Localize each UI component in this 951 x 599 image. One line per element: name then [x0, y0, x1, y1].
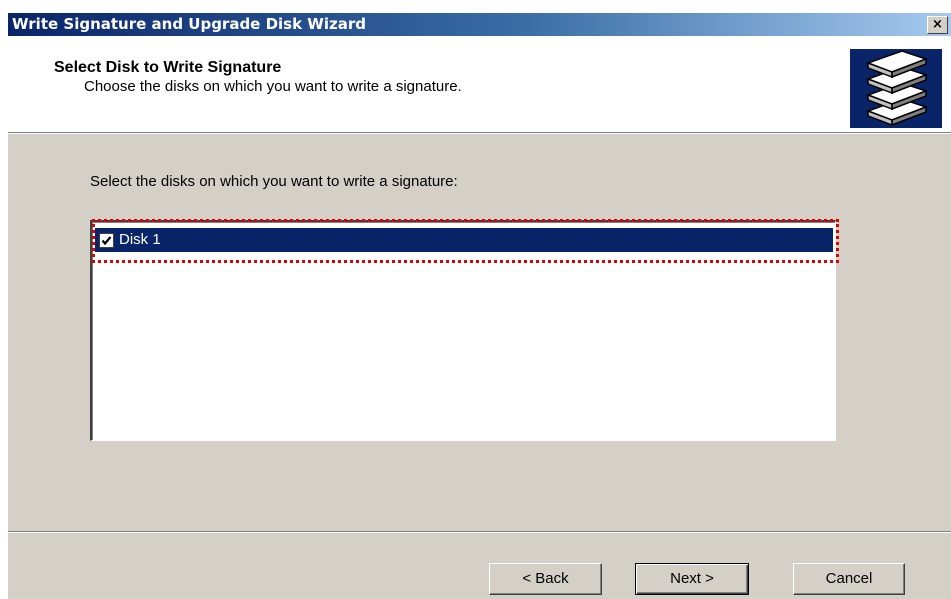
header-separator	[8, 132, 951, 134]
disk-stack-icon	[850, 49, 942, 128]
wizard-window: Write Signature and Upgrade Disk Wizard …	[8, 13, 951, 599]
disk-list-prompt: Select the disks on which you want to wr…	[90, 173, 458, 190]
disk-checkbox[interactable]	[99, 233, 114, 248]
page-title: Select Disk to Write Signature	[54, 59, 282, 76]
wizard-header: Select Disk to Write Signature Choose th…	[8, 36, 951, 132]
cancel-button[interactable]: Cancel	[793, 563, 905, 595]
disk-listbox[interactable]: Disk 1	[90, 220, 836, 441]
close-button[interactable]: ×	[927, 16, 948, 34]
window-title: Write Signature and Upgrade Disk Wizard	[12, 15, 366, 33]
back-button[interactable]: < Back	[489, 563, 602, 595]
footer-separator	[8, 531, 951, 533]
checkmark-icon	[101, 236, 112, 246]
page-subtitle: Choose the disks on which you want to wr…	[84, 78, 462, 95]
disk-label: Disk 1	[119, 231, 161, 248]
close-icon: ×	[932, 17, 943, 32]
next-button[interactable]: Next >	[635, 563, 749, 595]
disk-list-item[interactable]: Disk 1	[95, 228, 833, 252]
title-bar[interactable]: Write Signature and Upgrade Disk Wizard …	[8, 13, 951, 36]
